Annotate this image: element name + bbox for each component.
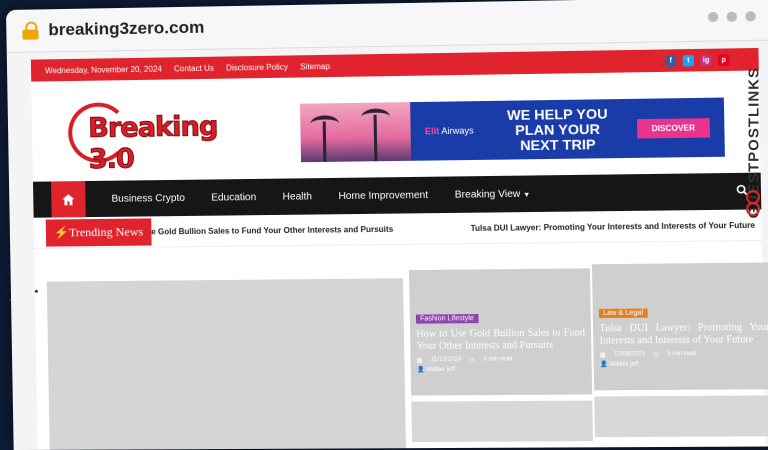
social-links: f t ig p xyxy=(665,54,730,66)
pinterest-icon[interactable]: p xyxy=(718,54,730,65)
nav-breaking-view[interactable]: Breaking View ▼ xyxy=(455,188,531,200)
list-bullet xyxy=(35,290,38,293)
ad-headline: WE HELP YOU PLAN YOUR NEXT TRIP xyxy=(496,106,619,153)
nav-education[interactable]: Education xyxy=(211,192,256,204)
nav-home-improvement[interactable]: Home Improvement xyxy=(338,189,428,201)
post-card[interactable]: Law & Legal Tulsa DUI Lawyer: Promoting … xyxy=(592,262,768,390)
trending-label-text: Trending News xyxy=(69,224,144,239)
nav-business-crypto[interactable]: Business Crypto xyxy=(111,192,185,204)
instagram-icon[interactable]: ig xyxy=(700,54,712,65)
ad-banner[interactable]: Elit Airways WE HELP YOU PLAN YOUR NEXT … xyxy=(300,98,725,163)
calendar-icon: ▦ xyxy=(600,352,606,359)
palm-icon xyxy=(374,115,378,162)
featured-post-image[interactable] xyxy=(47,278,406,450)
link-contact-us[interactable]: Contact Us xyxy=(174,63,214,73)
user-icon: 👤 xyxy=(600,362,608,368)
post-meta: ▦ 17/08/2024 ◷ 3 min read xyxy=(600,350,768,358)
user-icon: 👤 xyxy=(417,367,425,373)
window-dot-icon[interactable] xyxy=(708,12,719,22)
post-date: 15/10/2024 xyxy=(431,357,462,364)
site-header: Breaking 3.0 Elit Airways WE HELP YOU PL… xyxy=(31,70,760,181)
nav-breaking-view-label: Breaking View xyxy=(455,188,521,200)
clock-icon: ◷ xyxy=(653,351,659,358)
post-date: 17/08/2024 xyxy=(614,351,645,358)
logo-text: Breaking 3.0 xyxy=(88,111,250,175)
clock-icon: ◷ xyxy=(470,357,476,364)
post-read-time: 3 min read xyxy=(483,356,512,363)
post-meta: ▦ 15/10/2024 ◷ 3 min read xyxy=(417,356,586,364)
window-controls xyxy=(708,11,756,22)
trending-label: ⚡Trending News xyxy=(46,218,152,246)
window-dot-icon[interactable] xyxy=(745,11,756,21)
ad-brand-prefix: Elit xyxy=(425,126,440,136)
link-sitemap[interactable]: Sitemap xyxy=(300,61,330,71)
ad-brand-suffix: Airways xyxy=(439,126,474,137)
address-bar[interactable]: breaking3zero.com xyxy=(6,0,768,53)
website: Wednesday, November 20, 2024 Contact Us … xyxy=(31,48,766,450)
post-read-time: 3 min read xyxy=(667,351,697,358)
chevron-down-icon: ▼ xyxy=(523,191,530,198)
facebook-icon[interactable]: f xyxy=(665,55,677,66)
link-disclosure-policy[interactable]: Disclosure Policy xyxy=(226,62,288,72)
post-author-name: Walker jeff xyxy=(426,367,455,373)
discover-button[interactable]: DISCOVER xyxy=(637,118,710,138)
window-dot-icon[interactable] xyxy=(727,12,738,22)
twitter-icon[interactable]: t xyxy=(683,55,695,66)
chain-link-icon xyxy=(746,190,760,216)
palm-trees-icon xyxy=(300,102,411,162)
url-text[interactable]: breaking3zero.com xyxy=(48,18,204,41)
nav-health[interactable]: Health xyxy=(283,191,313,202)
post-title[interactable]: Tulsa DUI Lawyer: Promoting Your Interes… xyxy=(599,322,768,348)
post-category[interactable]: Law & Legal xyxy=(599,309,647,319)
palm-icon xyxy=(323,122,327,162)
site-logo[interactable]: Breaking 3.0 xyxy=(68,96,251,161)
lock-icon xyxy=(22,21,38,39)
browser-window: breaking3zero.com Wednesday, November 20… xyxy=(6,0,768,450)
post-card[interactable]: Fashion Lifestyle How to Use Gold Bullio… xyxy=(409,268,592,395)
home-icon xyxy=(62,194,74,205)
current-date: Wednesday, November 20, 2024 xyxy=(45,64,162,75)
bolt-icon: ⚡ xyxy=(54,225,69,239)
post-card-image[interactable] xyxy=(411,401,593,443)
post-category[interactable]: Fashion Lifestyle xyxy=(416,314,478,324)
ad-brand: Elit Airways xyxy=(425,125,497,136)
post-card-image[interactable] xyxy=(594,395,768,437)
trending-item[interactable]: e Gold Bullion Sales to Fund Your Other … xyxy=(151,224,446,236)
post-title[interactable]: How to Use Gold Bullion Sales to Fund Yo… xyxy=(416,327,585,353)
home-button[interactable] xyxy=(51,181,86,217)
calendar-icon: ▦ xyxy=(417,357,423,364)
trending-item[interactable]: Tulsa DUI Lawyer: Promoting Your Interes… xyxy=(471,220,756,232)
post-author[interactable]: 👤 Walker jeff xyxy=(417,365,586,373)
post-author-name: Walker jeff xyxy=(609,362,638,368)
post-author[interactable]: 👤 Walker jeff xyxy=(600,360,768,368)
